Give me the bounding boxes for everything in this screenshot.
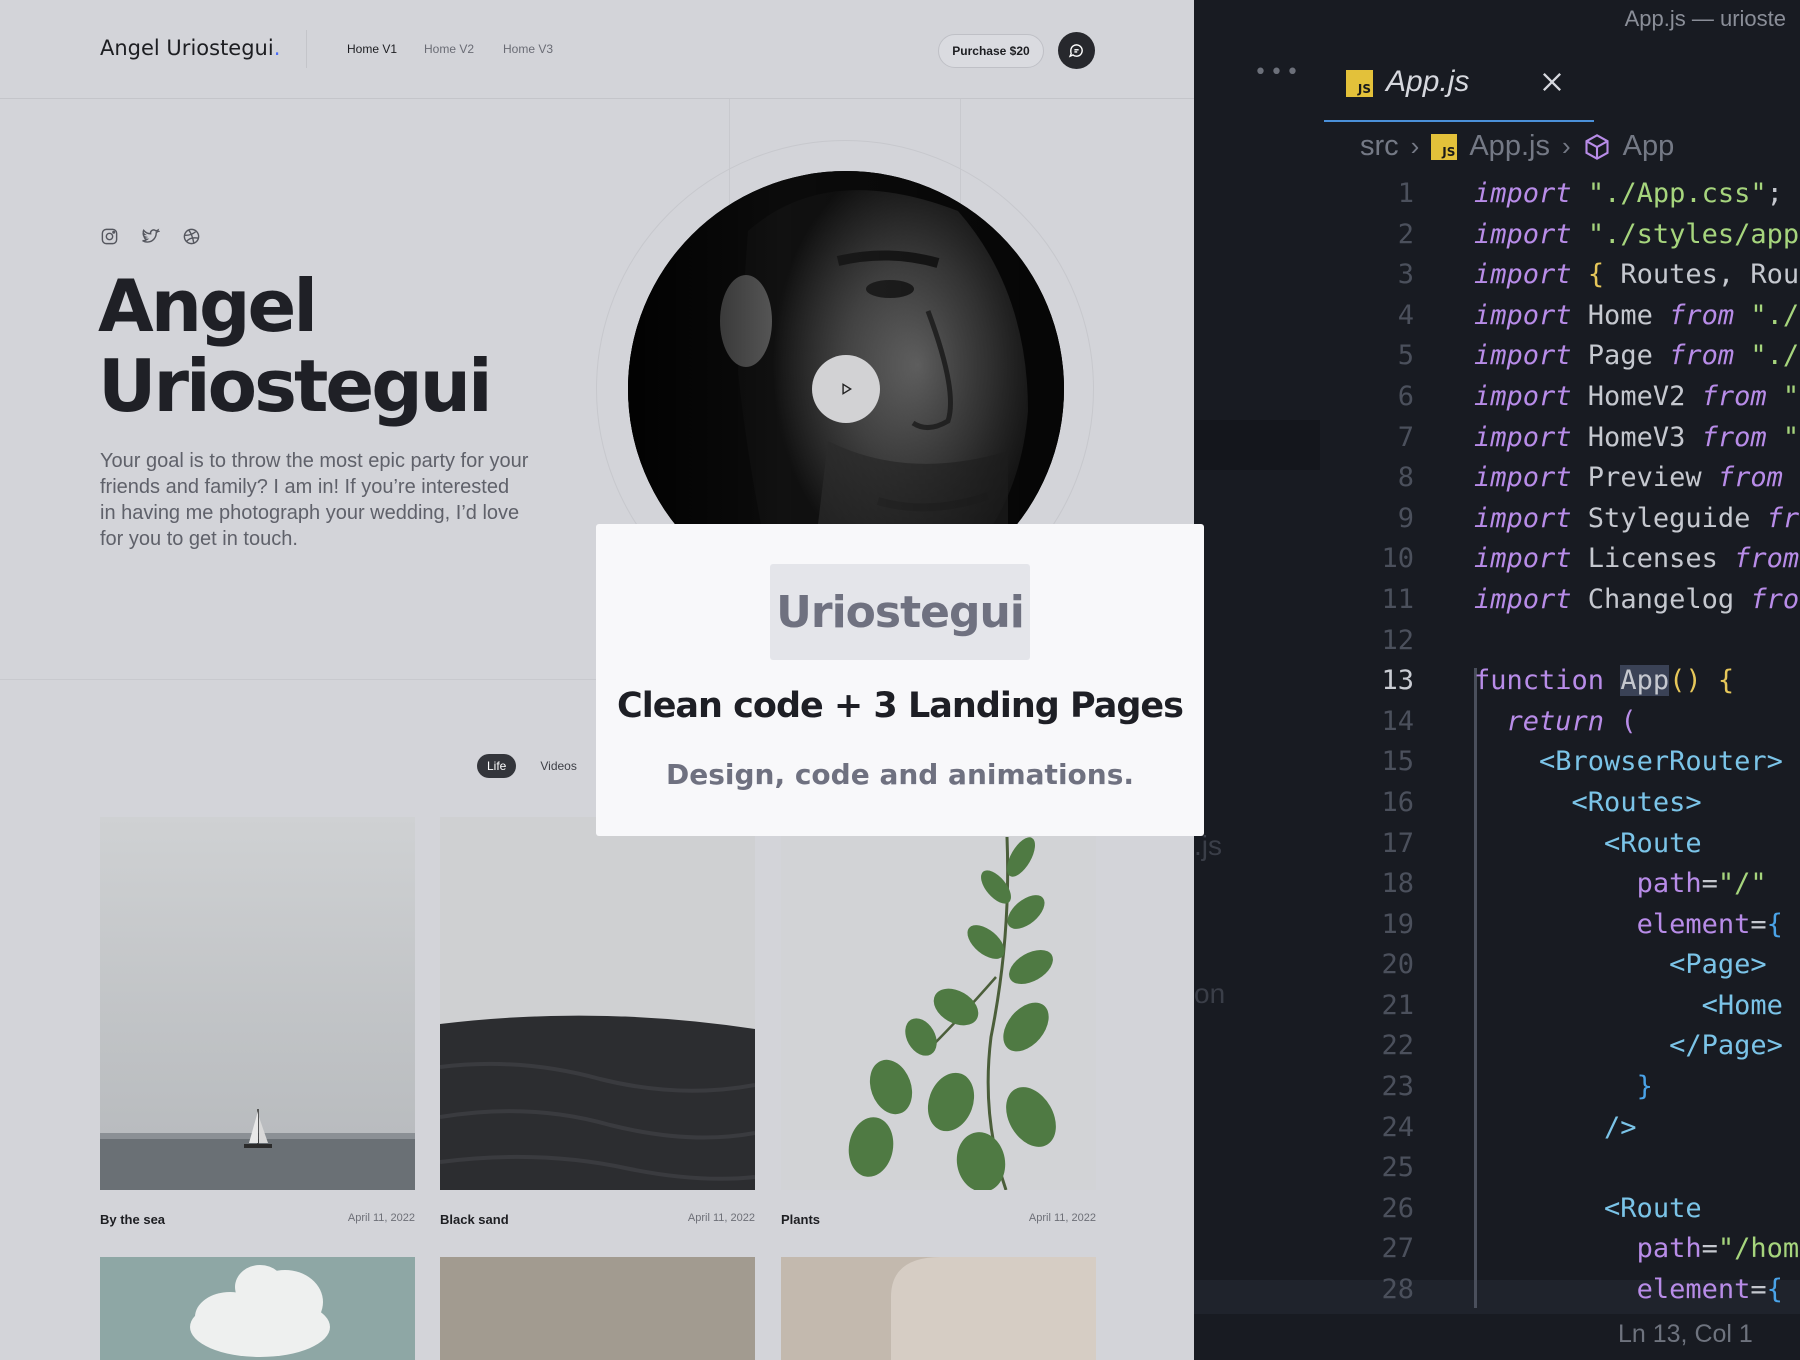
brand-name: Angel Uriostegui (100, 36, 274, 60)
purchase-button[interactable]: Purchase $20 (938, 34, 1044, 68)
tab-app-js[interactable]: JS App.js (1324, 50, 1594, 122)
gallery-card[interactable]: Black sand April 11, 2022 (440, 817, 755, 1227)
more-icon[interactable]: ••• (1254, 60, 1302, 85)
card-image-sand (440, 817, 755, 1190)
tab-label: App.js (1386, 65, 1470, 98)
nav-home-v2[interactable]: Home V2 (424, 42, 474, 56)
gallery-card[interactable]: Plants April 11, 2022 (781, 817, 1096, 1227)
breadcrumb: src › JS App.js › App (1360, 130, 1674, 163)
card-title: Plants (781, 1212, 821, 1227)
nav-home-v3[interactable]: Home V3 (503, 42, 553, 56)
play-video-button[interactable] (812, 355, 880, 423)
social-links (100, 227, 201, 246)
chat-icon (1068, 44, 1083, 58)
promo-title: Clean code + 3 Landing Pages (617, 686, 1184, 726)
cursor-position-status[interactable]: Ln 13, Col 1 (1618, 1320, 1753, 1349)
chevron-right-icon: › (1561, 131, 1571, 161)
card-image-plants (781, 817, 1096, 1190)
brand-dot: . (273, 36, 281, 60)
hero-title-line2: Uriostegui (98, 344, 493, 428)
chevron-right-icon: › (1410, 131, 1420, 161)
javascript-file-icon: JS (1346, 70, 1373, 97)
close-icon[interactable] (1538, 68, 1566, 96)
promo-logo: Uriostegui (770, 564, 1030, 660)
dribbble-icon[interactable] (182, 227, 201, 246)
site-navbar: Angel Uriostegui. Home V1 Home V2 Home V… (0, 0, 1194, 99)
component-icon (1585, 133, 1609, 160)
card-date: April 11, 2022 (1028, 1212, 1096, 1224)
filter-life[interactable]: Life (477, 754, 517, 778)
chat-button[interactable] (1058, 32, 1095, 69)
promo-card: Uriostegui Clean code + 3 Landing Pages … (596, 524, 1204, 836)
nav-home-v1[interactable]: Home V1 (347, 42, 397, 56)
promo-subtitle: Design, code and animations. (665, 758, 1135, 791)
filter-videos[interactable]: Videos (530, 754, 586, 778)
breadcrumb-file[interactable]: App.js (1469, 130, 1550, 163)
hero-title: Angel Uriostegui (98, 264, 493, 428)
card-date: April 11, 2022 (347, 1212, 415, 1224)
card-title: By the sea (100, 1212, 166, 1227)
breadcrumb-symbol[interactable]: App (1623, 130, 1675, 163)
code-editor: App.js — urioste ••• JS App.js src › JS … (1194, 0, 1800, 1360)
hero-description: Your goal is to throw the most epic part… (100, 450, 529, 550)
hero-title-line1: Angel (98, 264, 318, 348)
card-date: April 11, 2022 (687, 1212, 755, 1224)
gallery-thumb-arch[interactable] (781, 1257, 1096, 1360)
gallery-thumb-cloud[interactable] (100, 1257, 415, 1360)
card-title: Black sand (440, 1212, 509, 1227)
site-logo[interactable]: Angel Uriostegui. (100, 36, 280, 60)
play-icon (842, 383, 853, 395)
gallery-filters: Life Videos (477, 754, 587, 778)
gallery-thumb-stone[interactable] (440, 1257, 755, 1360)
nav-divider (306, 30, 307, 68)
window-title: App.js — urioste (1624, 6, 1786, 31)
gallery-card[interactable]: By the sea April 11, 2022 (100, 817, 415, 1227)
breadcrumb-src[interactable]: src (1360, 130, 1399, 163)
twitter-icon[interactable] (141, 227, 161, 246)
code-area[interactable]: 1 import "./App.css"; 2 import "./styles/a… (1194, 174, 1800, 1311)
javascript-file-icon: JS (1431, 133, 1458, 160)
card-image-sea (100, 817, 415, 1190)
instagram-icon[interactable] (100, 227, 119, 246)
